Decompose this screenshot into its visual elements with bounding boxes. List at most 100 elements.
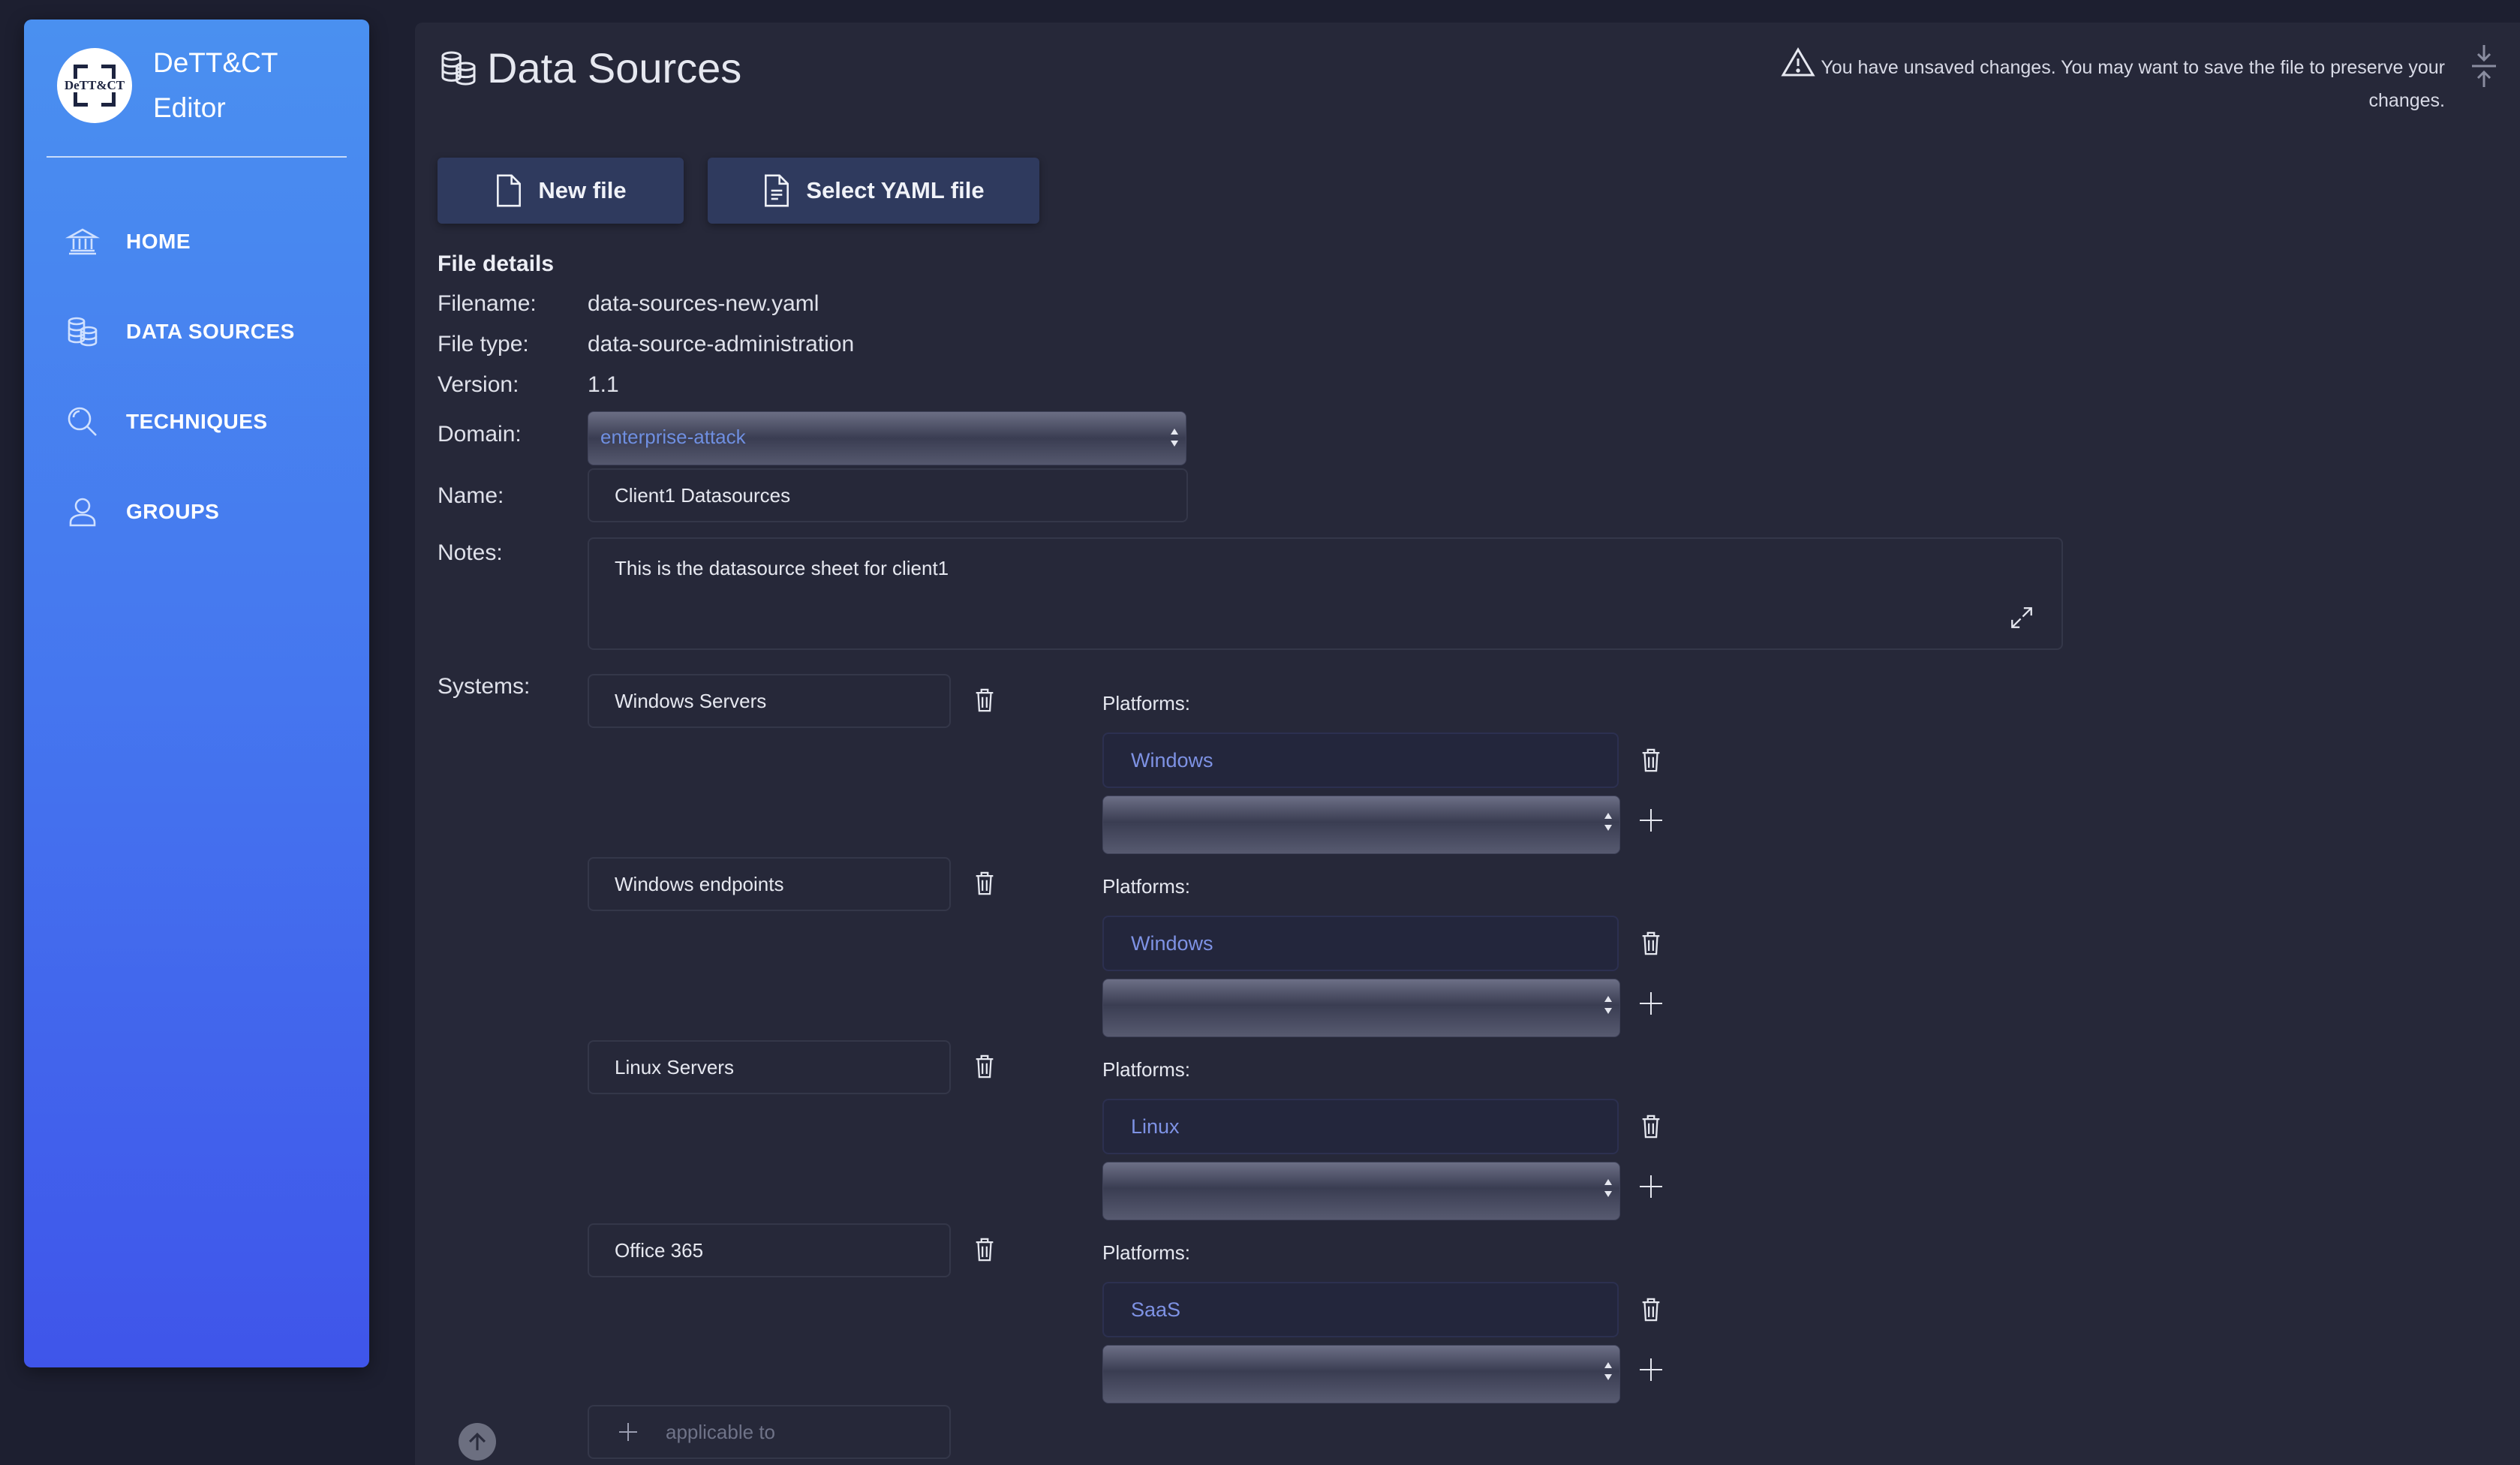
file-text-icon <box>765 174 789 207</box>
add-system-placeholder: applicable to <box>666 1420 775 1443</box>
name-label: Name: <box>438 483 504 508</box>
add-platform-icon[interactable] <box>1640 1175 1662 1198</box>
select-arrows-icon <box>1171 429 1178 447</box>
new-file-button[interactable]: New file <box>438 158 684 224</box>
select-yaml-button[interactable]: Select YAML file <box>708 158 1039 224</box>
app-logo: DeTT&CT <box>57 48 132 123</box>
platforms-label: Platforms: <box>1102 875 1191 898</box>
platform-value: Windows <box>1131 931 1213 955</box>
system-name-input[interactable]: Linux Servers <box>588 1040 951 1094</box>
platforms-label: Platforms: <box>1102 1058 1191 1081</box>
platforms-label: Platforms: <box>1102 1241 1191 1264</box>
sidebar-item-label: HOME <box>126 230 191 253</box>
select-arrows-icon <box>1604 996 1612 1014</box>
name-input[interactable]: Client1 Datasources <box>588 468 1188 522</box>
system-name-value: Linux Servers <box>615 1055 734 1078</box>
delete-system-icon[interactable] <box>973 1237 996 1262</box>
filename-label: Filename: <box>438 291 537 316</box>
add-platform-icon[interactable] <box>1640 809 1662 832</box>
delete-platform-icon[interactable] <box>1640 1297 1662 1322</box>
platform-select[interactable] <box>1102 796 1620 854</box>
platform-select[interactable] <box>1102 1162 1620 1220</box>
delete-platform-icon[interactable] <box>1640 931 1662 956</box>
domain-select-value: enterprise-attack <box>600 426 746 448</box>
select-arrows-icon <box>1604 813 1612 831</box>
database-icon <box>441 50 476 86</box>
platform-input[interactable]: SaaS <box>1102 1282 1619 1337</box>
app-title-line2: Editor <box>153 92 226 123</box>
systems-label: Systems: <box>438 674 531 699</box>
warning-icon <box>1781 47 1816 77</box>
arrow-up-icon <box>468 1432 486 1451</box>
platform-value: Windows <box>1131 748 1213 772</box>
warning-text-line1: You have unsaved changes. You may want t… <box>1821 57 2445 78</box>
delete-platform-icon[interactable] <box>1640 1114 1662 1139</box>
filetype-value: data-source-administration <box>588 332 855 356</box>
delete-platform-icon[interactable] <box>1640 748 1662 773</box>
delete-system-icon[interactable] <box>973 871 996 896</box>
notes-label: Notes: <box>438 540 503 565</box>
delete-system-icon[interactable] <box>973 687 996 713</box>
search-icon <box>68 407 97 436</box>
platform-select[interactable] <box>1102 979 1620 1037</box>
filetype-label: File type: <box>438 332 529 356</box>
warning-text-line2: changes. <box>2368 90 2445 111</box>
sidebar-divider <box>47 156 347 158</box>
notes-value: This is the datasource sheet for client1 <box>615 557 949 579</box>
file-icon <box>497 174 522 207</box>
system-name-input[interactable]: Windows endpoints <box>588 857 951 911</box>
logo-text: DeTT&CT <box>64 78 125 92</box>
version-value: 1.1 <box>588 372 619 397</box>
notes-textarea[interactable]: This is the datasource sheet for client1 <box>588 537 2063 650</box>
plus-icon <box>619 1423 637 1441</box>
sidebar-item-groups[interactable]: GROUPS <box>65 467 295 557</box>
sidebar-item-label: GROUPS <box>126 500 220 523</box>
bank-icon <box>65 228 101 255</box>
delete-system-icon[interactable] <box>973 1054 996 1079</box>
main-panel: Data Sources You have unsaved changes. Y… <box>415 23 2520 1465</box>
platform-select[interactable] <box>1102 1345 1620 1403</box>
platforms-label: Platforms: <box>1102 692 1191 714</box>
app-title: DeTT&CT Editor <box>153 41 278 131</box>
domain-label: Domain: <box>438 422 522 447</box>
system-name-value: Office 365 <box>615 1238 704 1262</box>
select-arrows-icon <box>1604 1362 1612 1380</box>
sidebar-item-home[interactable]: HOME <box>65 197 295 287</box>
name-input-value: Client1 Datasources <box>615 483 791 507</box>
unsaved-warning: You have unsaved changes. You may want t… <box>1695 45 2445 117</box>
scroll-top-button[interactable] <box>459 1423 496 1460</box>
collapse-icon[interactable] <box>2469 45 2499 87</box>
new-file-label: New file <box>538 177 627 203</box>
add-platform-icon[interactable] <box>1640 992 1662 1015</box>
platform-input[interactable]: Windows <box>1102 916 1619 971</box>
user-icon <box>69 498 96 527</box>
system-name-input[interactable]: Windows Servers <box>588 674 951 728</box>
select-yaml-label: Select YAML file <box>806 177 985 203</box>
domain-select[interactable]: enterprise-attack <box>588 411 1186 465</box>
system-name-value: Windows Servers <box>615 689 767 712</box>
app-title-line1: DeTT&CT <box>153 47 278 78</box>
page-title: Data Sources <box>438 44 741 92</box>
add-platform-icon[interactable] <box>1640 1358 1662 1381</box>
expand-icon[interactable] <box>2009 605 2034 630</box>
platform-input[interactable]: Linux <box>1102 1099 1619 1154</box>
platform-value: Linux <box>1131 1115 1180 1138</box>
database-icon <box>68 317 98 347</box>
add-system-input[interactable]: applicable to <box>588 1405 951 1459</box>
sidebar-item-label: DATA SOURCES <box>126 320 295 343</box>
sidebar: DeTT&CT DeTT&CT Editor HOME DATA SOURCES <box>24 20 369 1367</box>
version-label: Version: <box>438 372 519 397</box>
file-details-title: File details <box>438 251 555 276</box>
system-name-value: Windows endpoints <box>615 872 784 895</box>
platform-input[interactable]: Windows <box>1102 732 1619 788</box>
sidebar-nav: HOME DATA SOURCES TECHNIQUES GROUPS <box>65 197 295 557</box>
sidebar-item-techniques[interactable]: TECHNIQUES <box>65 377 295 467</box>
filename-value: data-sources-new.yaml <box>588 291 819 316</box>
sidebar-item-label: TECHNIQUES <box>126 410 268 433</box>
system-name-input[interactable]: Office 365 <box>588 1223 951 1277</box>
select-arrows-icon <box>1604 1179 1612 1197</box>
platform-value: SaaS <box>1131 1298 1181 1321</box>
brand[interactable]: DeTT&CT DeTT&CT Editor <box>57 41 278 131</box>
page-title-text: Data Sources <box>487 44 742 92</box>
sidebar-item-data-sources[interactable]: DATA SOURCES <box>65 287 295 377</box>
